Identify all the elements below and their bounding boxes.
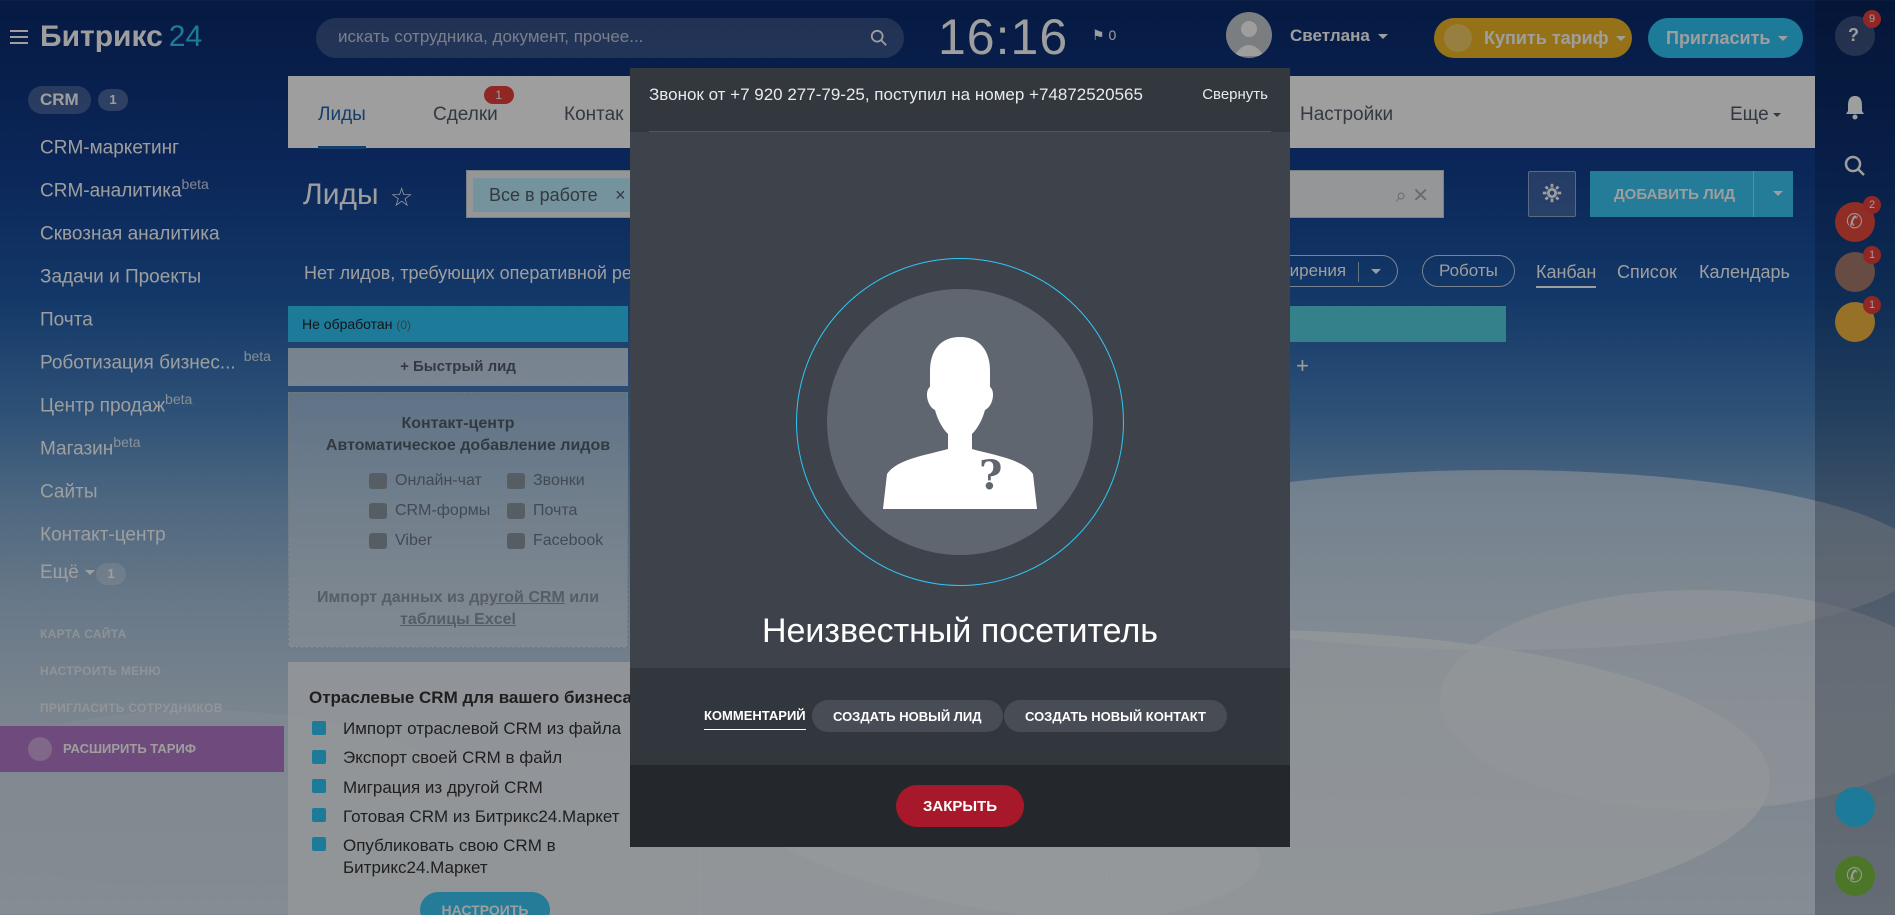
call-header: Звонок от +7 920 277-79-25, поступил на … (630, 68, 1290, 132)
create-lead-button[interactable]: СОЗДАТЬ НОВЫЙ ЛИД (812, 700, 1003, 732)
caller-name: Неизвестный посетитель (761, 612, 1159, 650)
call-body: ? Неизвестный посетитель (630, 132, 1290, 668)
unknown-person-icon: ? (827, 289, 1093, 555)
call-info: Звонок от +7 920 277-79-25, поступил на … (649, 85, 1143, 104)
incoming-call-popup: Звонок от +7 920 277-79-25, поступил на … (630, 68, 1290, 847)
call-footer: ЗАКРЫТЬ (630, 765, 1290, 847)
minimize-button[interactable]: Свернуть (1202, 86, 1268, 103)
comment-tab[interactable]: КОММЕНТАРИЙ (704, 708, 806, 730)
create-contact-button[interactable]: СОЗДАТЬ НОВЫЙ КОНТАКТ (1004, 700, 1227, 732)
call-actions: КОММЕНТАРИЙ СОЗДАТЬ НОВЫЙ ЛИД СОЗДАТЬ НО… (630, 668, 1290, 765)
svg-text:?: ? (979, 452, 1002, 499)
close-button[interactable]: ЗАКРЫТЬ (896, 785, 1024, 827)
